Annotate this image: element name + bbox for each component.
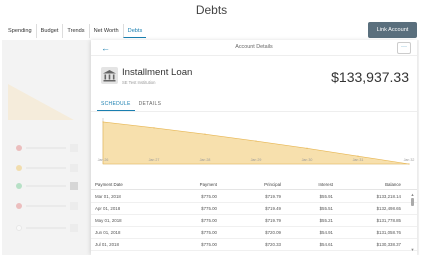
modal-header: ← Account Details ···: [91, 40, 417, 56]
header-principal[interactable]: Principal: [264, 180, 281, 189]
background-row: [16, 202, 78, 210]
cell-interest: $54.91: [319, 230, 333, 235]
table-row: Mar 01, 2018 $775.00 $719.79 $55.91 $133…: [91, 191, 417, 203]
x-tick-label: Jan 31: [353, 158, 364, 162]
main-nav: Spending Budget Trends Net Worth Debts: [4, 22, 147, 40]
cell-interest: $55.21: [319, 218, 333, 223]
cell-principal: $720.33: [265, 242, 281, 247]
cell-date: May 01, 2018: [95, 218, 122, 223]
x-tick-label: Jan 27: [149, 158, 160, 162]
table-row: May 01, 2018 $775.00 $719.79 $55.21 $131…: [91, 215, 417, 227]
background-debt-list: [4, 40, 80, 255]
chart-point: [408, 163, 410, 165]
cell-date: Jun 01, 2018: [95, 230, 121, 235]
bank-icon: [101, 67, 118, 84]
cell-principal: $719.49: [265, 206, 281, 211]
cell-balance: $131,058.76: [376, 230, 401, 235]
scroll-down-icon[interactable]: ▼: [410, 247, 415, 252]
cell-interest: $55.51: [319, 206, 333, 211]
header-balance[interactable]: Balance: [385, 180, 401, 189]
background-row: [16, 164, 78, 172]
page-title: Debts: [195, 3, 228, 17]
institution-name: SE Test Institution: [122, 80, 156, 85]
x-tick-label: Jan 26: [98, 158, 109, 162]
table-row: Apr 01, 2018 $775.00 $719.49 $55.51 $132…: [91, 203, 417, 215]
x-tick-label: Jan 28: [200, 158, 211, 162]
table-row: Jun 01, 2018 $775.00 $720.09 $54.91 $131…: [91, 227, 417, 239]
table-row: Jul 01, 2018 $775.00 $720.33 $54.61 $130…: [91, 239, 417, 251]
header-payment-date[interactable]: Payment Date: [95, 180, 123, 189]
cell-interest: $54.61: [319, 242, 333, 247]
cell-balance: $133,218.14: [376, 194, 401, 199]
link-account-button[interactable]: Link Account: [368, 22, 417, 38]
chart-point: [306, 147, 308, 149]
background-row: [16, 224, 78, 232]
header-payment[interactable]: Payment: [200, 180, 217, 189]
account-balance: $133,937.33: [331, 69, 409, 85]
tab-budget[interactable]: Budget: [35, 24, 63, 38]
chart-point: [357, 155, 359, 157]
chart-point: [255, 140, 257, 142]
modal-title: Account Details: [235, 44, 273, 50]
cell-principal: $719.79: [265, 194, 281, 199]
cell-payment: $775.00: [201, 242, 217, 247]
cell-payment: $775.00: [201, 218, 217, 223]
chart-point: [153, 127, 155, 129]
cell-principal: $720.09: [265, 230, 281, 235]
chart-point: [102, 121, 104, 123]
account-name: Installment Loan: [122, 67, 193, 78]
detail-tabs: SCHEDULE DETAILS: [97, 97, 165, 111]
amortization-chart: Jan 26 Jan 27 Jan 28 Jan 29 Jan 30 Jan 31 Jan …: [98, 118, 415, 165]
cell-balance: $132,498.65: [376, 206, 401, 211]
scroll-up-icon[interactable]: ▲: [410, 192, 415, 197]
tab-schedule[interactable]: SCHEDULE: [97, 97, 135, 111]
tab-trends[interactable]: Trends: [62, 24, 88, 38]
chart-point: [204, 133, 206, 135]
cell-principal: $719.79: [265, 218, 281, 223]
cell-balance: $130,338.37: [376, 242, 401, 247]
cell-date: Mar 01, 2018: [95, 194, 121, 199]
x-tick-label: Jan 32: [404, 158, 415, 162]
tab-spending[interactable]: Spending: [4, 24, 36, 38]
cell-payment: $775.00: [201, 206, 217, 211]
background-row: [16, 144, 78, 152]
cell-date: Apr 01, 2018: [95, 206, 121, 211]
cell-payment: $775.00: [201, 194, 217, 199]
cell-payment: $775.00: [201, 230, 217, 235]
account-details-modal: ← Account Details ··· Installment Loan S…: [91, 40, 417, 255]
tab-details[interactable]: DETAILS: [135, 97, 166, 111]
x-tick-label: Jan 30: [302, 158, 313, 162]
header-interest[interactable]: Interest: [318, 180, 333, 189]
scroll-thumb[interactable]: [411, 198, 414, 206]
tab-net-worth[interactable]: Net Worth: [88, 24, 123, 38]
x-tick-label: Jan 29: [251, 158, 262, 162]
background-chart: [8, 84, 74, 120]
more-menu-button[interactable]: ···: [397, 42, 411, 54]
tab-debts[interactable]: Debts: [122, 24, 147, 38]
table-header: Payment Date Payment Principal Interest …: [91, 180, 417, 190]
cell-interest: $55.91: [319, 194, 333, 199]
cell-date: Jul 01, 2018: [95, 242, 119, 247]
cell-balance: $131,778.85: [376, 218, 401, 223]
background-row: [16, 182, 78, 190]
table-scrollbar[interactable]: ▲ ▼: [410, 192, 415, 252]
